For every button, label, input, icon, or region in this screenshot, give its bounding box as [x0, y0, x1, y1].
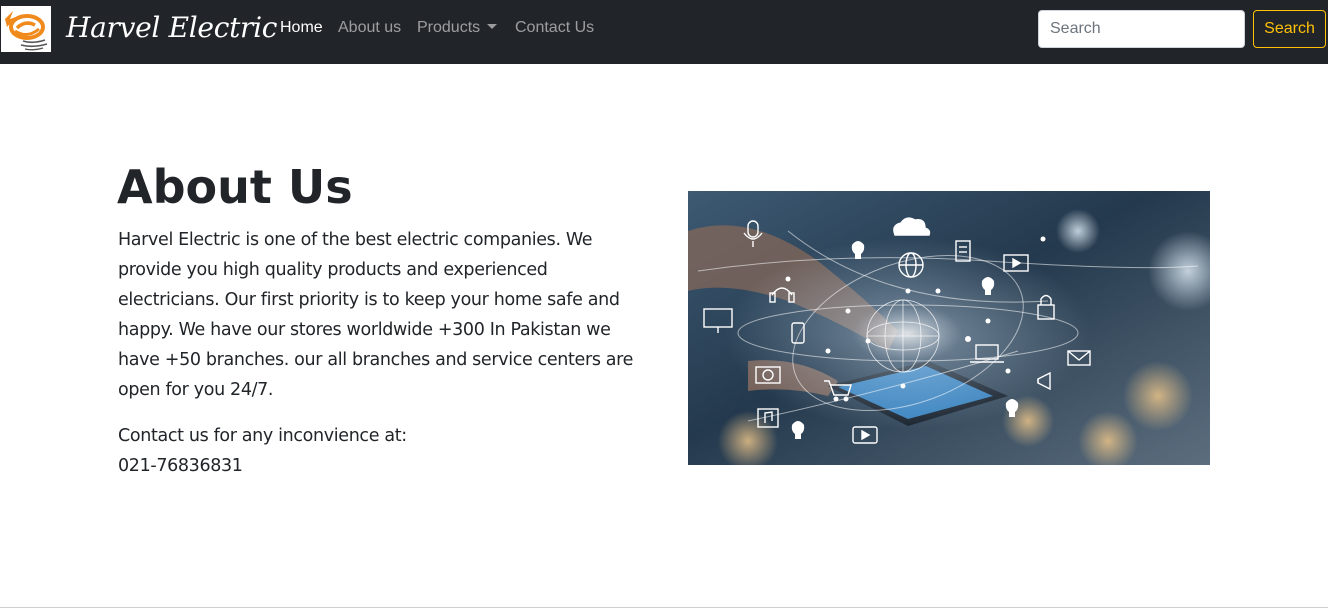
page-title: About Us: [117, 160, 353, 214]
contact-label: Contact us for any inconvience at:: [118, 426, 407, 446]
search-input[interactable]: [1038, 10, 1245, 48]
harvel-logo-icon[interactable]: [1, 6, 51, 52]
technology-network-image: [688, 191, 1210, 465]
nav-dropdown-products[interactable]: Products: [417, 18, 498, 38]
nav-link-about-us[interactable]: About us: [338, 18, 401, 38]
footer-divider: [0, 607, 1328, 608]
navbar: Harvel Electric Home About us Products C…: [0, 0, 1328, 64]
caret-down-icon: [487, 24, 498, 29]
brand-name[interactable]: Harvel Electric: [66, 10, 277, 46]
contact-phone: 021-76836831: [118, 456, 243, 476]
nav-link-home[interactable]: Home: [280, 18, 323, 38]
nav-link-contact-us[interactable]: Contact Us: [515, 18, 594, 38]
nav-products-label: Products: [417, 19, 481, 36]
about-paragraph: Harvel Electric is one of the best elect…: [118, 230, 634, 400]
search-button[interactable]: Search: [1253, 10, 1326, 48]
